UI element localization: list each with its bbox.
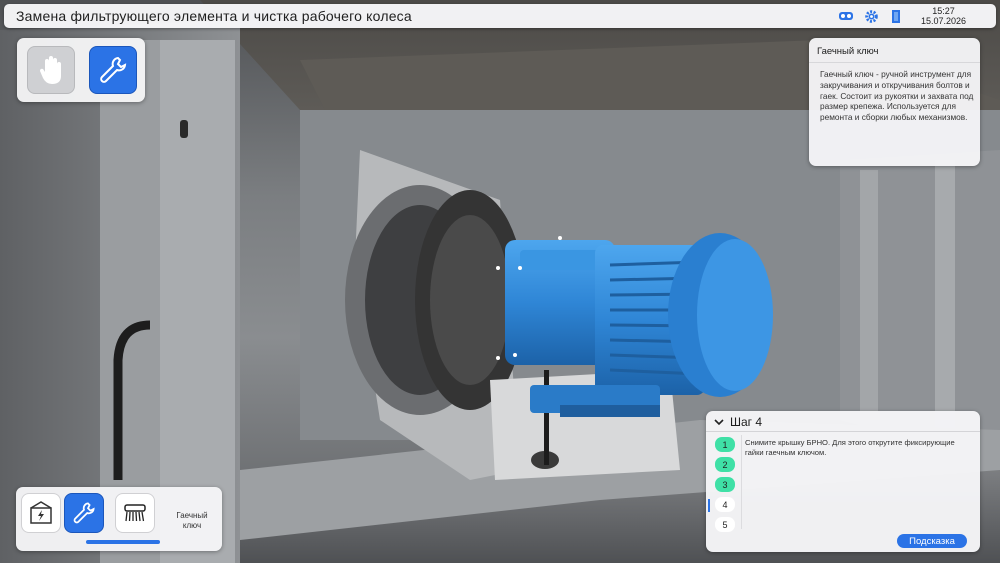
vr-headset-icon[interactable] [838,8,854,24]
electrical-panel-icon [30,501,52,524]
inventory-item-wrench[interactable] [64,493,104,533]
exit-door-icon[interactable] [888,8,904,24]
current-step-marker [708,499,710,512]
divider [741,435,742,529]
step-number[interactable]: 2 [715,457,735,472]
inventory-item-electrical-panel[interactable] [21,493,61,533]
clock: 15:27 15.07.2026 [921,6,966,26]
gear-icon[interactable] [863,8,879,24]
wrench-icon [100,56,127,83]
brush-icon [124,504,146,522]
divider [706,431,980,432]
step-list: 1 2 3 4 5 [715,437,735,537]
step-header[interactable]: Шаг 4 [714,415,762,429]
selection-indicator [86,540,160,544]
clock-date: 15.07.2026 [920,16,966,26]
wrench-icon [73,502,95,524]
hint-button[interactable]: Подсказка [897,534,967,548]
tool-info-card: Гаечный ключ Гаечный ключ - ручной инстр… [809,38,980,166]
inventory-panel: Гаечный ключ [16,487,222,551]
interaction-mode-panel [17,38,145,102]
step-number[interactable]: 3 [715,477,735,492]
info-card-title: Гаечный ключ [817,46,879,57]
wrench-mode-button[interactable] [89,46,137,94]
chevron-down-icon [714,419,724,426]
step-number[interactable]: 5 [715,517,735,532]
hand-mode-button[interactable] [27,46,75,94]
step-title: Шаг 4 [730,415,763,429]
divider [809,62,980,63]
step-number[interactable]: 1 [715,437,735,452]
scenario-title: Замена фильтрующего элемента и чистка ра… [16,8,412,24]
top-bar: Замена фильтрующего элемента и чистка ра… [4,4,996,28]
step-number-current[interactable]: 4 [715,497,735,512]
hand-icon [39,56,61,84]
step-instruction: Снимите крышку БРНО. Для этого открутите… [745,438,955,457]
top-bar-actions [838,8,904,24]
inventory-item-brush[interactable] [115,493,155,533]
info-card-description: Гаечный ключ - ручной инструмент для зак… [820,69,974,123]
step-panel: Шаг 4 1 2 3 4 5 Снимите крышку БРНО. Для… [706,411,980,552]
selected-item-label: Гаечный ключ [176,511,208,530]
clock-time: 15:27 [932,6,955,16]
